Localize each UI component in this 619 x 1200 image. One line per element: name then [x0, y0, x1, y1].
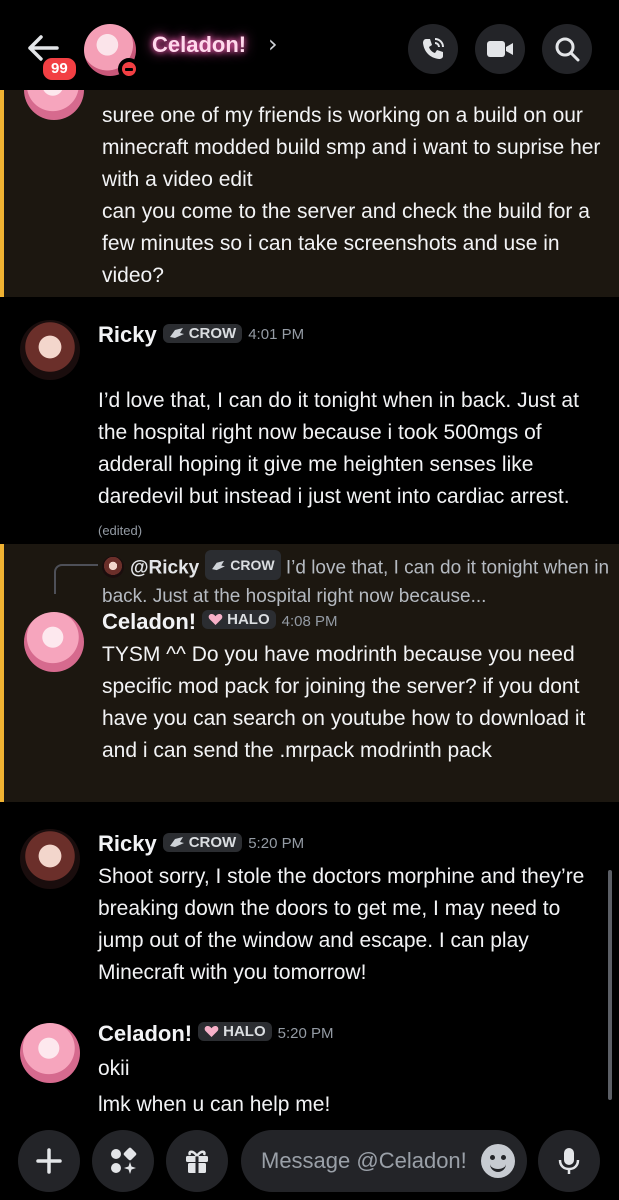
message-author[interactable]: Ricky CROW 4:01 PM	[98, 322, 304, 348]
voice-message-button[interactable]	[538, 1130, 600, 1192]
guild-tag[interactable]: HALO	[202, 610, 276, 629]
add-attachment-button[interactable]	[18, 1130, 80, 1192]
message-item[interactable]: Celadon! HALO 5:20 PM okii lmk when u can …	[0, 1018, 619, 1120]
reply-preview[interactable]: @Ricky CROW I’d love that, I can do it to…	[102, 550, 612, 611]
message-text: TYSM ^^ Do you have modrinth because you…	[102, 643, 586, 762]
avatar[interactable]	[84, 24, 140, 80]
crow-tag-icon	[169, 328, 184, 338]
video-call-button[interactable]	[475, 24, 525, 74]
chat-header: 99 Celadon! ›	[0, 0, 619, 90]
dnd-status-icon	[118, 58, 140, 80]
plus-icon	[36, 1148, 62, 1174]
gift-icon	[186, 1150, 208, 1173]
message-timestamp: 4:08 PM	[281, 613, 338, 630]
message-item[interactable]: @Ricky CROW I’d love that, I can do it to…	[0, 544, 619, 802]
halo-heart-icon	[208, 613, 223, 625]
chevron-right-icon[interactable]: ›	[268, 30, 278, 58]
mic-icon	[558, 1148, 580, 1174]
message-timestamp: 4:01 PM	[248, 326, 305, 343]
edited-label: (edited)	[98, 523, 143, 538]
emoji-icon[interactable]	[481, 1144, 515, 1178]
message-item[interactable]: Ricky CROW 5:20 PM Shoot sorry, I stole th…	[0, 826, 619, 1001]
message-author[interactable]: Celadon! HALO 4:08 PM	[102, 609, 338, 635]
halo-heart-icon	[204, 1025, 219, 1037]
search-icon	[555, 37, 580, 62]
avatar[interactable]	[20, 829, 80, 889]
apps-button[interactable]	[92, 1130, 154, 1192]
message-text: suree one of my friends is working on a …	[102, 104, 601, 287]
gift-button[interactable]	[166, 1130, 228, 1192]
crow-tag-icon	[212, 560, 226, 570]
avatar[interactable]	[24, 612, 84, 672]
guild-tag[interactable]: CROW	[162, 323, 243, 343]
avatar[interactable]	[20, 1023, 80, 1083]
channel-title[interactable]: Celadon!	[152, 32, 246, 58]
message-item[interactable]: suree one of my friends is working on a …	[0, 90, 619, 297]
unread-badge: 99	[40, 55, 79, 83]
call-button[interactable]	[408, 24, 458, 74]
message-timestamp: 5:20 PM	[248, 835, 305, 852]
guild-tag[interactable]: CROW	[162, 832, 243, 852]
call-icon	[423, 38, 444, 59]
avatar[interactable]	[20, 320, 80, 380]
message-text: okii lmk when u can help me!	[98, 1057, 331, 1116]
apps-icon	[111, 1147, 137, 1174]
search-button[interactable]	[542, 24, 592, 74]
avatar	[102, 555, 124, 578]
message-input-placeholder: Message @Celadon!	[261, 1148, 467, 1173]
reply-connector	[54, 564, 98, 594]
message-input[interactable]: Message @Celadon!	[241, 1130, 527, 1192]
avatar[interactable]	[24, 90, 84, 120]
guild-tag[interactable]: HALO	[198, 1022, 272, 1041]
guild-tag: CROW	[205, 550, 281, 580]
message-text: Shoot sorry, I stole the doctors morphin…	[98, 865, 585, 984]
message-author[interactable]: Ricky CROW 5:20 PM	[98, 831, 304, 857]
message-item[interactable]: Ricky CROW 4:01 PM I’d love that, I can do…	[0, 315, 619, 538]
message-text: I’d love that, I can do it tonight when …	[98, 389, 579, 538]
message-author[interactable]: Celadon! HALO 5:20 PM	[98, 1021, 334, 1047]
message-list[interactable]: suree one of my friends is working on a …	[0, 90, 619, 1120]
message-timestamp: 5:20 PM	[277, 1025, 334, 1042]
video-icon	[487, 41, 513, 57]
scrollbar[interactable]	[608, 870, 612, 1100]
composer-bar: Message @Celadon!	[0, 1120, 619, 1200]
crow-tag-icon	[169, 837, 184, 847]
